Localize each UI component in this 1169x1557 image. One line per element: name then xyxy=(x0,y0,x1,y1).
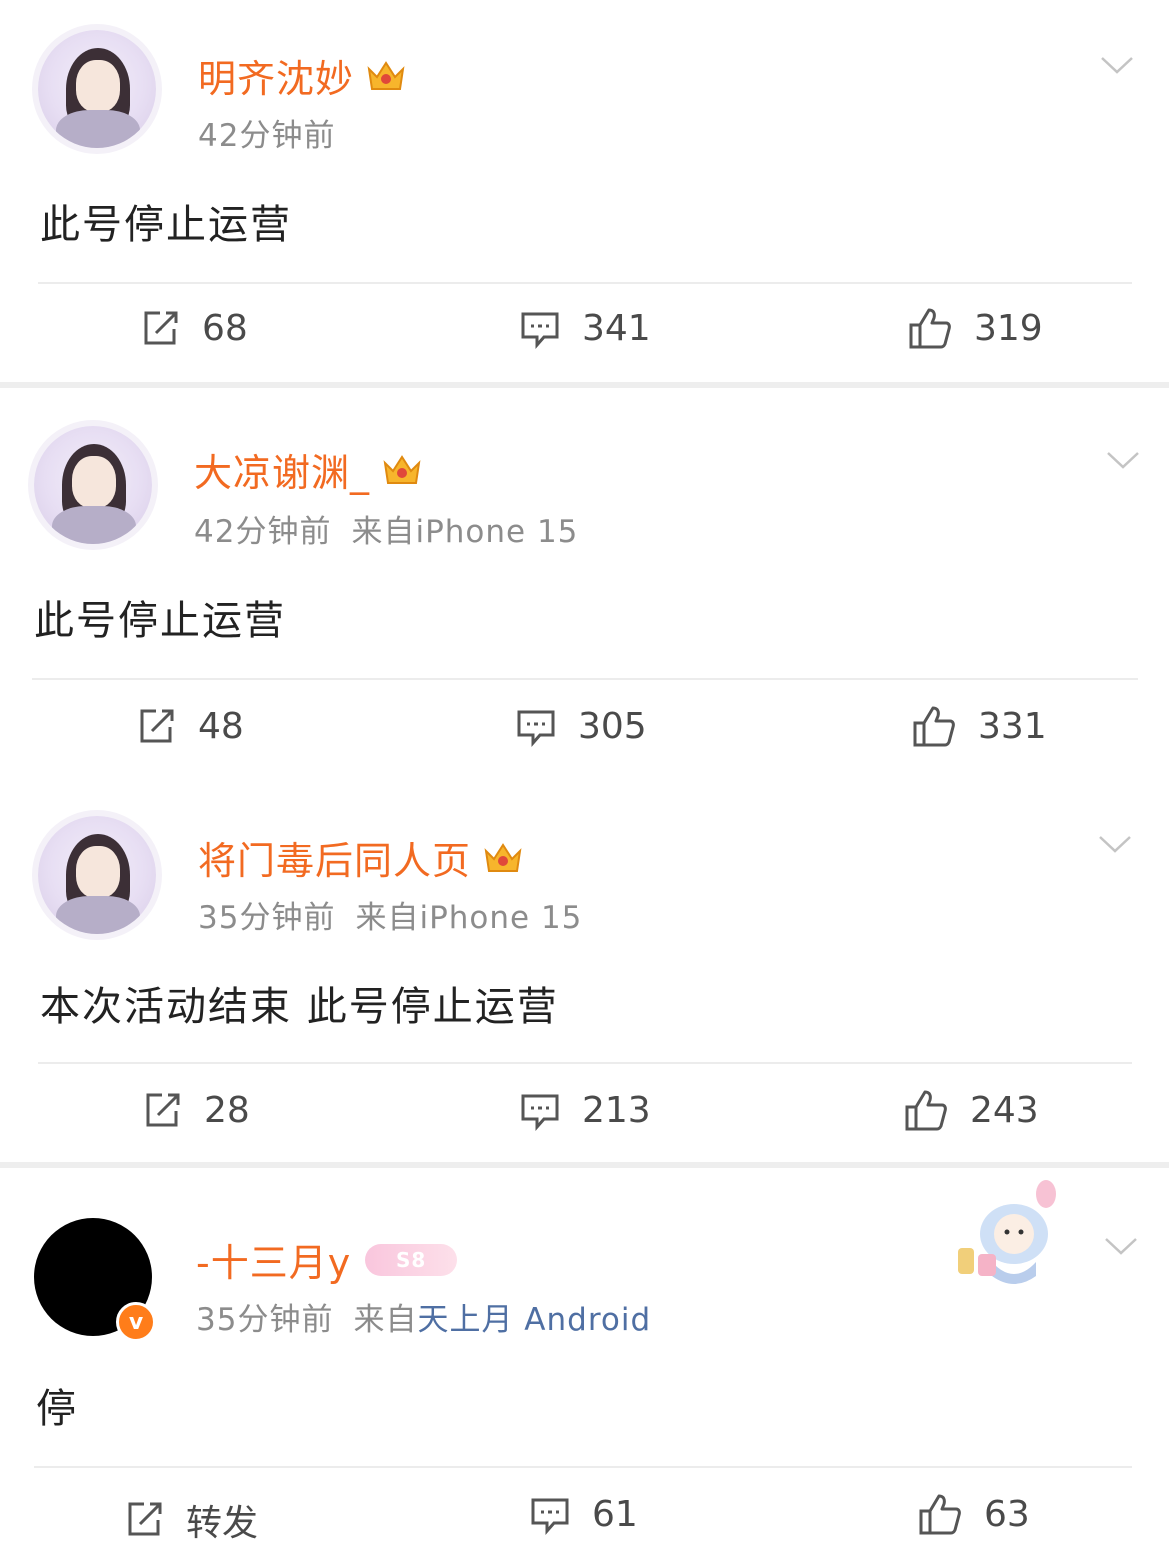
username[interactable]: 明齐沈妙 xyxy=(198,48,354,103)
crown-icon xyxy=(383,454,421,484)
post-card: 明齐沈妙 42分钟前 此号停止运营 68 341 319 xyxy=(0,0,1169,384)
avatar[interactable] xyxy=(34,426,152,544)
like-button[interactable]: 319 xyxy=(908,306,1043,350)
repost-count: 28 xyxy=(204,1090,250,1131)
comment-button[interactable]: 341 xyxy=(520,308,651,349)
avatar[interactable] xyxy=(38,816,156,934)
post-card: 将门毒后同人页 35分钟前 来自iPhone 15 本次活动结束 此号停止运营 2… xyxy=(0,780,1169,1164)
post-time: 35分钟前 xyxy=(198,900,336,936)
post-time: 42分钟前 xyxy=(198,118,336,154)
post-source: iPhone 15 xyxy=(419,900,583,936)
repost-button[interactable]: 28 xyxy=(142,1090,250,1131)
comment-count: 305 xyxy=(578,706,647,747)
divider xyxy=(32,678,1138,680)
post-content: 此号停止运营 xyxy=(40,202,292,248)
comment-count: 341 xyxy=(582,308,651,349)
svip-badge: S8 xyxy=(365,1243,458,1276)
comment-count: 61 xyxy=(592,1494,638,1535)
post-source: iPhone 15 xyxy=(415,514,579,550)
like-button[interactable]: 243 xyxy=(904,1088,1039,1132)
like-button[interactable]: 331 xyxy=(912,704,1047,748)
repost-icon xyxy=(128,1502,162,1536)
crown-icon xyxy=(367,60,405,90)
repost-button[interactable]: 转发 xyxy=(124,1494,258,1546)
thumbs-up-icon xyxy=(905,1090,947,1131)
post-content: 此号停止运营 xyxy=(34,598,286,644)
repost-count: 68 xyxy=(202,308,248,349)
divider xyxy=(38,282,1132,284)
repost-button[interactable]: 68 xyxy=(140,308,248,349)
post-time: 42分钟前 xyxy=(194,514,332,550)
verified-badge-icon: v xyxy=(116,1302,156,1342)
repost-icon xyxy=(146,1093,180,1126)
thumbs-up-icon xyxy=(909,308,951,349)
repost-icon xyxy=(144,311,178,344)
post-source-link[interactable]: 天上月 Android xyxy=(417,1302,651,1338)
comment-button[interactable]: 305 xyxy=(516,706,647,747)
chevron-down-icon[interactable] xyxy=(1100,55,1134,75)
repost-label: 转发 xyxy=(186,1503,259,1544)
card-sticker xyxy=(958,1180,1056,1284)
source-prefix: 来自 xyxy=(355,900,420,936)
repost-icon xyxy=(140,709,174,742)
avatar[interactable] xyxy=(38,30,156,148)
post-card: 大凉谢渊_ 42分钟前 来自iPhone 15 此号停止运营 48 305 33… xyxy=(0,388,1169,780)
post-time: 35分钟前 xyxy=(196,1302,334,1338)
thumbs-up-icon xyxy=(919,1494,961,1535)
like-count: 63 xyxy=(984,1493,1030,1535)
post-content: 停 xyxy=(36,1386,78,1432)
divider xyxy=(34,1466,1132,1468)
like-count: 331 xyxy=(978,705,1047,747)
comment-button[interactable]: 61 xyxy=(530,1494,638,1535)
source-prefix: 来自 xyxy=(351,514,416,550)
like-count: 243 xyxy=(970,1089,1039,1131)
repost-button[interactable]: 48 xyxy=(136,706,244,747)
repost-count: 48 xyxy=(198,706,244,747)
username[interactable]: 将门毒后同人页 xyxy=(198,830,471,885)
comment-icon xyxy=(521,312,559,349)
chevron-down-icon[interactable] xyxy=(1104,1236,1138,1256)
username[interactable]: -十三月y xyxy=(196,1232,351,1287)
thumbs-up-icon xyxy=(913,706,955,747)
comment-icon xyxy=(521,1094,559,1131)
chevron-down-icon[interactable] xyxy=(1098,834,1132,854)
comment-count: 213 xyxy=(582,1090,651,1131)
crown-icon xyxy=(484,842,522,872)
chevron-down-icon[interactable] xyxy=(1106,450,1140,470)
post-content: 本次活动结束 此号停止运营 xyxy=(40,984,559,1030)
divider xyxy=(38,1062,1132,1064)
comment-button[interactable]: 213 xyxy=(520,1090,651,1131)
comment-icon xyxy=(517,710,555,747)
like-count: 319 xyxy=(974,307,1043,349)
username[interactable]: 大凉谢渊_ xyxy=(194,442,370,497)
comment-icon xyxy=(531,1498,569,1535)
post-card: v -十三月y S8 35分钟前 来自天上月 Android 停 转发 61 6… xyxy=(0,1168,1169,1557)
like-button[interactable]: 63 xyxy=(918,1492,1030,1536)
source-prefix: 来自 xyxy=(353,1302,418,1338)
